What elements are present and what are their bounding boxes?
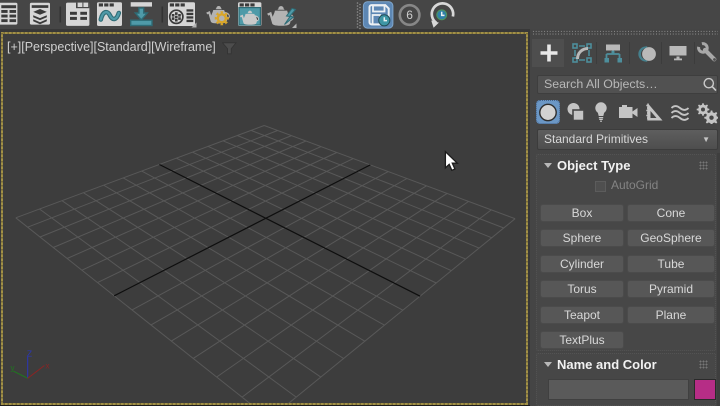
svg-text:6: 6 — [406, 8, 413, 22]
svg-text:y: y — [11, 364, 15, 373]
svg-text:Z: Z — [27, 349, 32, 359]
svg-text:x: x — [46, 362, 50, 371]
